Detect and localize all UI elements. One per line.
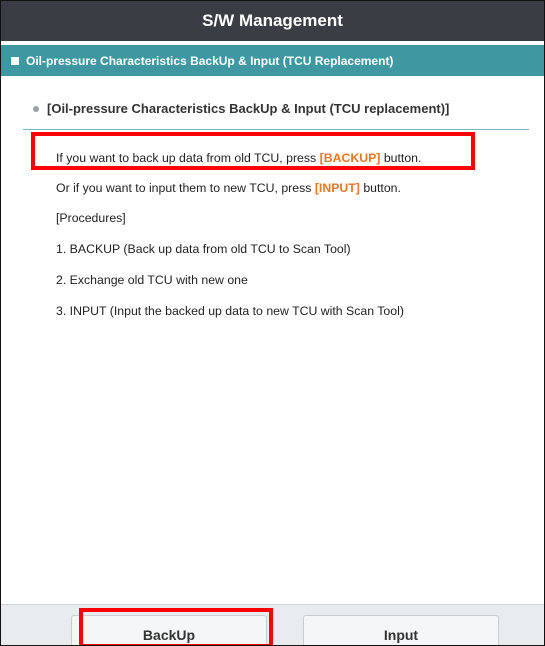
instruction-input: Or if you want to input them to new TCU,…	[56, 181, 401, 195]
subheader-bar: Oil-pressure Characteristics BackUp & In…	[1, 45, 544, 76]
input-button[interactable]: Input	[303, 615, 499, 645]
callout-box-backup-button	[79, 608, 273, 645]
content-area: [Oil-pressure Characteristics BackUp & I…	[1, 76, 544, 604]
section-heading: [Oil-pressure Characteristics BackUp & I…	[33, 101, 449, 116]
procedure-step-1: 1. BACKUP (Back up data from old TCU to …	[56, 242, 351, 256]
sw-management-window: S/W Management Oil-pressure Characterist…	[0, 0, 545, 646]
procedure-step-2: 2. Exchange old TCU with new one	[56, 273, 248, 287]
input-highlight: [INPUT]	[314, 181, 360, 195]
bullet-icon	[33, 105, 39, 112]
section-title: [Oil-pressure Characteristics BackUp & I…	[47, 101, 450, 116]
window-title: S/W Management	[1, 1, 544, 41]
instruction-input-suffix: button.	[359, 181, 401, 195]
section-divider	[23, 129, 529, 130]
procedures-header: [Procedures]	[56, 211, 126, 225]
square-bullet-icon	[11, 56, 19, 65]
procedure-step-3: 3. INPUT (Input the backed up data to ne…	[56, 304, 404, 318]
subheader-title: Oil-pressure Characteristics BackUp & In…	[26, 53, 394, 68]
callout-box-instruction	[31, 132, 475, 170]
instruction-input-text: Or if you want to input them to new TCU,…	[56, 181, 315, 195]
